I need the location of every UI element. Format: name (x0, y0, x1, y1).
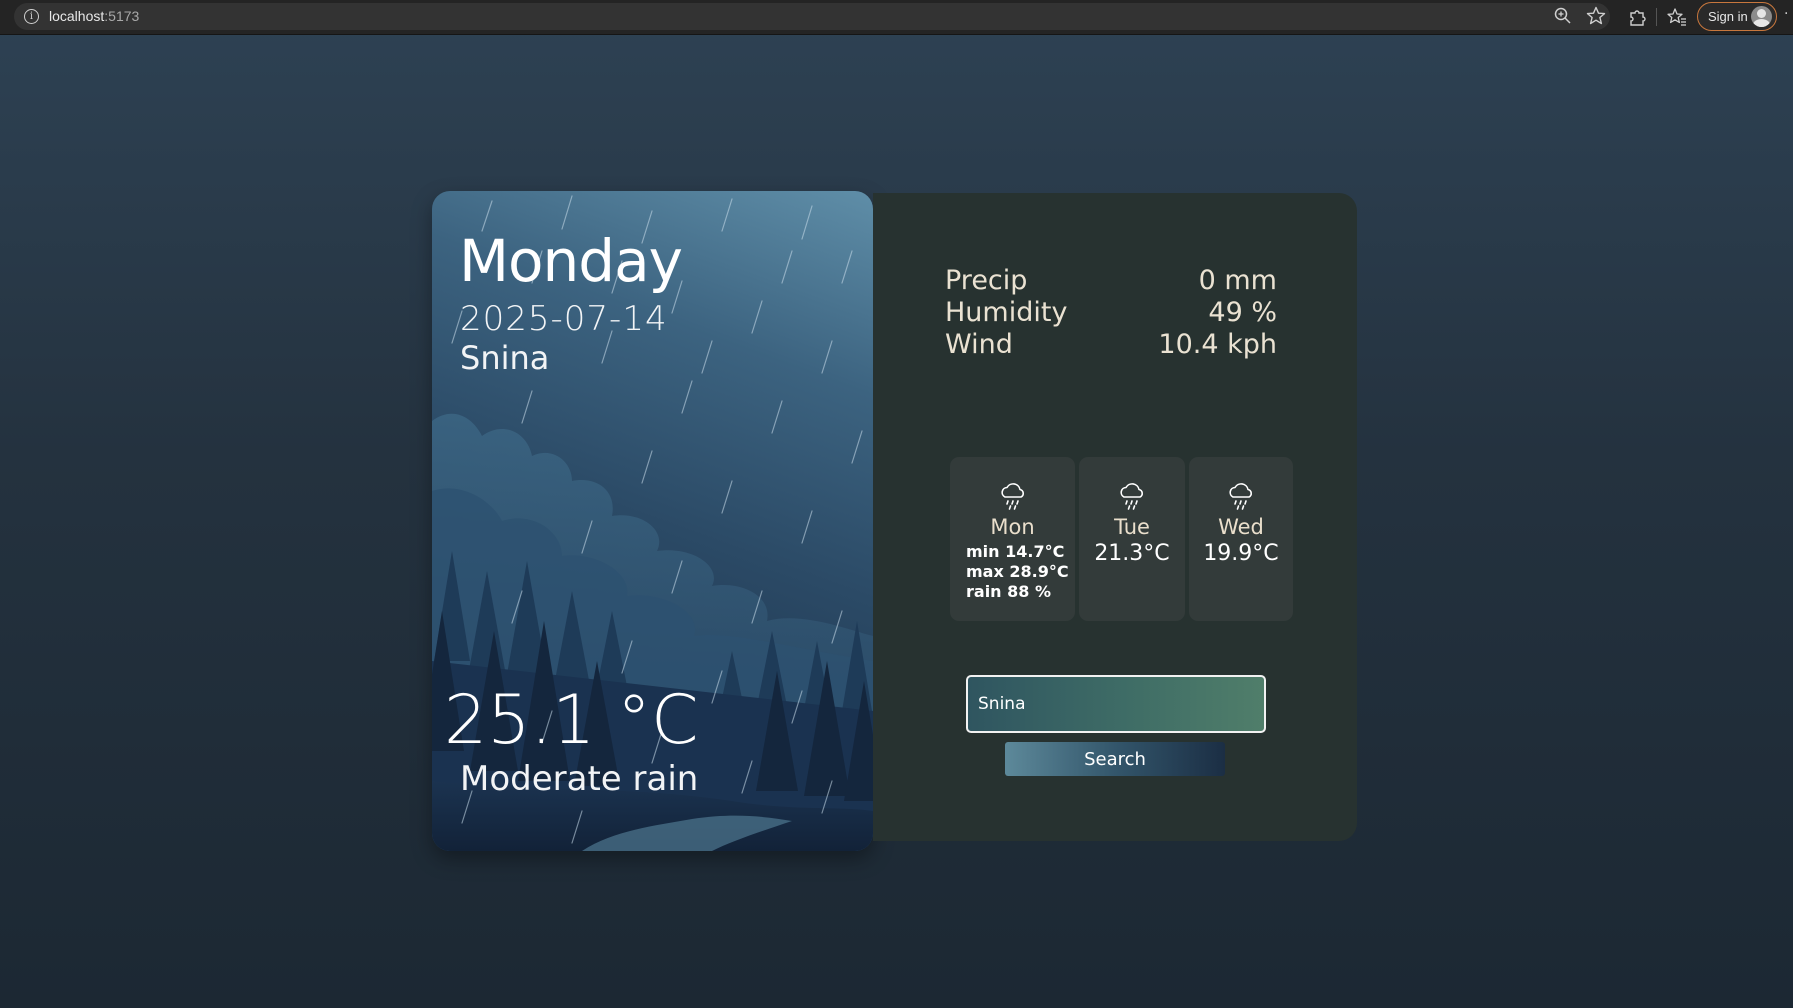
sign-in-label: Sign in (1708, 9, 1748, 24)
current-day-name: Monday (459, 227, 683, 295)
current-city: Snina (460, 339, 550, 377)
url-port: :5173 (104, 8, 140, 24)
more-options-icon[interactable]: · (1784, 6, 1788, 22)
stat-row-precip: Precip 0 mm (945, 265, 1277, 297)
extensions-icon[interactable] (1626, 6, 1648, 28)
stat-value: 10.4 kph (1158, 329, 1277, 360)
weather-card: Monday 2025-07-14 Snina 25.1 °C Moderate… (432, 191, 1357, 851)
current-temperature: 25.1 °C (444, 681, 699, 760)
favorites-icon[interactable] (1666, 6, 1688, 28)
site-info-icon[interactable]: i (24, 9, 39, 24)
rain-cloud-icon (1229, 483, 1252, 510)
city-search-input[interactable] (966, 675, 1266, 733)
toolbar-divider (1656, 8, 1657, 26)
forecast-rain-chance: rain 88 % (966, 582, 1051, 601)
forecast-temp: 19.9°C (1203, 541, 1279, 566)
forecast-day-label: Mon (990, 515, 1035, 539)
stat-label: Humidity (945, 297, 1068, 328)
url-text[interactable]: localhost:5173 (49, 8, 139, 24)
forecast-min-temp: min 14.7°C (966, 542, 1065, 561)
current-condition: Moderate rain (460, 759, 699, 799)
current-weather-panel: Monday 2025-07-14 Snina 25.1 °C Moderate… (432, 191, 873, 851)
rain-cloud-icon (1120, 483, 1143, 510)
profile-avatar-icon (1751, 6, 1772, 27)
forecast-day-label: Wed (1218, 515, 1264, 539)
forecast-day-label: Tue (1114, 515, 1150, 539)
forecast-card-tue[interactable]: Tue 21.3°C (1079, 457, 1185, 621)
forecast-card-wed[interactable]: Wed 19.9°C (1189, 457, 1293, 621)
stat-row-humidity: Humidity 49 % (945, 297, 1277, 329)
browser-toolbar: i localhost:5173 Sign in · (0, 0, 1793, 35)
star-bookmark-icon[interactable] (1585, 5, 1607, 27)
stat-row-wind: Wind 10.4 kph (945, 329, 1277, 361)
current-date: 2025-07-14 (460, 299, 668, 339)
rain-cloud-icon (1000, 483, 1024, 510)
forecast-temp: 21.3°C (1094, 541, 1170, 566)
url-host: localhost (49, 8, 105, 24)
forecast-card-mon[interactable]: Mon min 14.7°C max 28.9°C rain 88 % (950, 457, 1075, 621)
details-panel: Precip 0 mm Humidity 49 % Wind 10.4 kph … (873, 193, 1357, 841)
stat-value: 0 mm (1198, 265, 1277, 296)
stat-value: 49 % (1208, 297, 1277, 328)
forecast-max-temp: max 28.9°C (966, 562, 1069, 581)
stat-label: Wind (945, 329, 1013, 360)
zoom-icon[interactable] (1552, 5, 1574, 27)
sign-in-button[interactable]: Sign in (1697, 2, 1777, 31)
search-button[interactable]: Search (1005, 742, 1225, 776)
stat-label: Precip (945, 265, 1028, 296)
address-bar[interactable]: i localhost:5173 (14, 3, 1610, 30)
